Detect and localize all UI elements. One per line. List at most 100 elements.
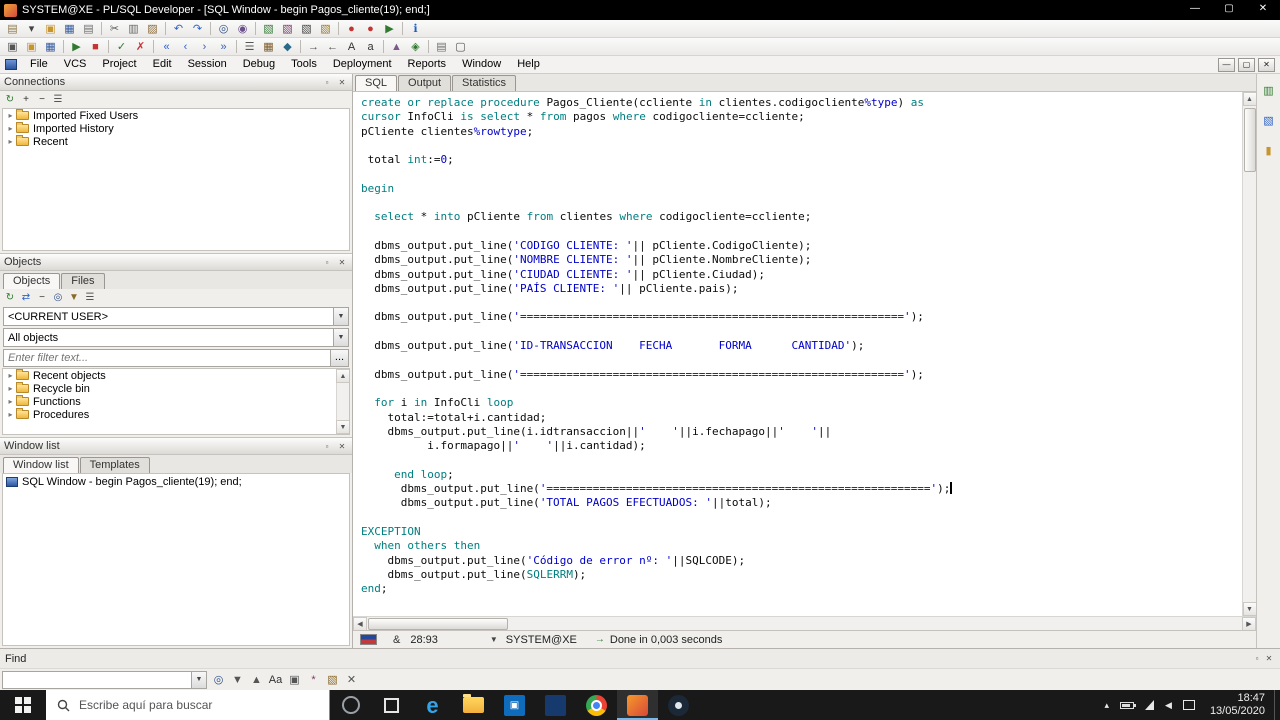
last-record-icon[interactable]: » (214, 39, 233, 55)
objects-settings-icon[interactable]: ☰ (82, 290, 98, 305)
find-object-icon[interactable]: ◎ (50, 290, 66, 305)
refresh-icon[interactable]: ↻ (2, 92, 18, 107)
copy-icon[interactable]: ▥ (124, 21, 143, 37)
compile-icon[interactable]: ▲ (387, 39, 406, 55)
new-report-window-icon[interactable]: ▧ (278, 21, 297, 37)
menu-item-window[interactable]: Window (454, 56, 509, 73)
print-preview-icon[interactable]: ▤ (432, 39, 451, 55)
pin-icon[interactable]: ▫ (321, 78, 333, 87)
chevron-right-icon[interactable]: ▸ (6, 384, 15, 393)
menu-item-help[interactable]: Help (509, 56, 548, 73)
app-icon[interactable] (535, 690, 576, 720)
match-case-icon[interactable]: Aa (266, 672, 285, 688)
close-icon[interactable]: ✕ (336, 258, 348, 267)
close-icon[interactable]: ✕ (336, 442, 348, 451)
tab-statistics[interactable]: Statistics (452, 75, 517, 91)
show-desktop-button[interactable] (1274, 690, 1280, 720)
chevron-right-icon[interactable]: ▸ (6, 124, 15, 133)
connections-tree[interactable]: ▸ Imported Fixed Users ▸ Imported History ▸ R… (2, 108, 350, 251)
scroll-down-icon[interactable]: ▼ (1242, 602, 1257, 616)
menu-item-session[interactable]: Session (180, 56, 235, 73)
window-maximize-button[interactable]: ▢ (1212, 0, 1246, 20)
debug-icon[interactable]: ◈ (406, 39, 425, 55)
mdi-minimize-button[interactable]: — (1218, 57, 1235, 72)
explain-plan-icon[interactable]: ◆ (278, 39, 297, 55)
highlight-icon[interactable]: ▧ (1260, 112, 1278, 128)
paste-icon[interactable]: ▨ (143, 21, 162, 37)
menu-item-project[interactable]: Project (94, 56, 144, 73)
code-editor[interactable]: create or replace procedure Pagos_Client… (353, 92, 1242, 616)
scroll-down-icon[interactable]: ▼ (336, 420, 349, 434)
mdi-close-button[interactable]: ✕ (1258, 57, 1275, 72)
collapse-node-icon[interactable]: − (34, 92, 50, 107)
layout-icon[interactable]: ▢ (451, 39, 470, 55)
task-view-icon[interactable] (371, 690, 412, 720)
find-text-combobox[interactable]: ▼ (2, 670, 207, 689)
object-filter-dropdown[interactable]: All objects ▼ (3, 328, 349, 347)
current-user-dropdown[interactable]: <CURRENT USER> ▼ (3, 307, 349, 326)
prior-record-icon[interactable]: ‹ (176, 39, 195, 55)
first-record-icon[interactable]: « (157, 39, 176, 55)
chevron-right-icon[interactable]: ▸ (6, 371, 15, 380)
store-icon[interactable]: ▣ (494, 690, 535, 720)
lowercase-icon[interactable]: a (361, 39, 380, 55)
objects-scrollbar[interactable]: ▲ ▼ (336, 369, 349, 434)
print-icon[interactable]: ▤ (79, 21, 98, 37)
tree-item-imported-fixed-users[interactable]: ▸ Imported Fixed Users (3, 109, 349, 122)
close-find-icon[interactable]: ✕ (342, 672, 361, 688)
search-down-icon[interactable]: ▼ (228, 672, 247, 688)
edge-icon[interactable]: e (412, 690, 453, 720)
next-record-icon[interactable]: › (195, 39, 214, 55)
split-editor-icon[interactable]: ▥ (1260, 82, 1278, 98)
refresh-icon[interactable]: ↻ (2, 290, 18, 305)
new-dropdown-icon[interactable]: ▾ (22, 21, 41, 37)
window-list-item[interactable]: SQL Window - begin Pagos_cliente(19); en… (3, 474, 349, 489)
chevron-down-icon[interactable]: ▼ (333, 329, 348, 346)
open-file-icon[interactable]: ▣ (22, 39, 41, 55)
filter-input[interactable] (3, 349, 331, 367)
connections-settings-icon[interactable]: ☰ (50, 92, 66, 107)
highlight-all-icon[interactable]: ▧ (323, 672, 342, 688)
save-icon[interactable]: ▦ (60, 21, 79, 37)
chevron-right-icon[interactable]: ▸ (6, 111, 15, 120)
macro-play-icon[interactable]: ▶ (380, 21, 399, 37)
indent-icon[interactable]: → (304, 39, 323, 55)
chevron-down-icon[interactable]: ▼ (333, 308, 348, 325)
execute-icon[interactable]: ▶ (67, 39, 86, 55)
objects-tree[interactable]: ▸ Recent objects ▸ Recycle bin ▸ Functions ▸ Pr… (3, 369, 349, 421)
close-icon[interactable]: ✕ (336, 78, 348, 87)
session-window-icon[interactable]: ▣ (3, 39, 22, 55)
query-builder-icon[interactable]: ▦ (259, 39, 278, 55)
volume-icon[interactable]: ◀ (1165, 700, 1172, 711)
replace-icon[interactable]: ◉ (233, 21, 252, 37)
collapse-all-icon[interactable]: − (34, 290, 50, 305)
break-icon[interactable]: ■ (86, 39, 105, 55)
tree-item-functions[interactable]: ▸ Functions (3, 395, 349, 408)
menu-item-reports[interactable]: Reports (400, 56, 455, 73)
menu-item-tools[interactable]: Tools (283, 56, 325, 73)
commit-icon[interactable]: ✓ (112, 39, 131, 55)
new-test-window-icon[interactable]: ▧ (316, 21, 335, 37)
steam-icon[interactable] (658, 690, 699, 720)
uppercase-icon[interactable]: A (342, 39, 361, 55)
scroll-right-icon[interactable]: ▶ (1242, 616, 1256, 631)
open-icon[interactable]: ▣ (41, 21, 60, 37)
chevron-down-icon[interactable]: ▼ (191, 671, 206, 688)
menu-item-debug[interactable]: Debug (235, 56, 283, 73)
tree-item-procedures[interactable]: ▸ Procedures (3, 408, 349, 421)
tab-output[interactable]: Output (398, 75, 452, 91)
tab-objects[interactable]: Objects (3, 273, 61, 289)
find-next-icon[interactable]: ◎ (209, 672, 228, 688)
new-document-icon[interactable]: ▤ (3, 21, 22, 37)
menu-item-file[interactable]: File (22, 56, 56, 73)
scrollbar-thumb[interactable] (368, 617, 508, 630)
mdi-restore-button[interactable]: ▢ (1238, 57, 1255, 72)
pin-icon[interactable]: ▫ (321, 258, 333, 267)
bookmark-icon[interactable]: ▮ (1260, 142, 1278, 158)
unindent-icon[interactable]: ← (323, 39, 342, 55)
tab-files[interactable]: Files (61, 273, 105, 289)
taskbar-search[interactable]: Escribe aquí para buscar (46, 690, 330, 720)
undo-icon[interactable]: ↶ (169, 21, 188, 37)
action-center-icon[interactable] (1182, 700, 1195, 710)
tab-templates[interactable]: Templates (79, 457, 150, 473)
